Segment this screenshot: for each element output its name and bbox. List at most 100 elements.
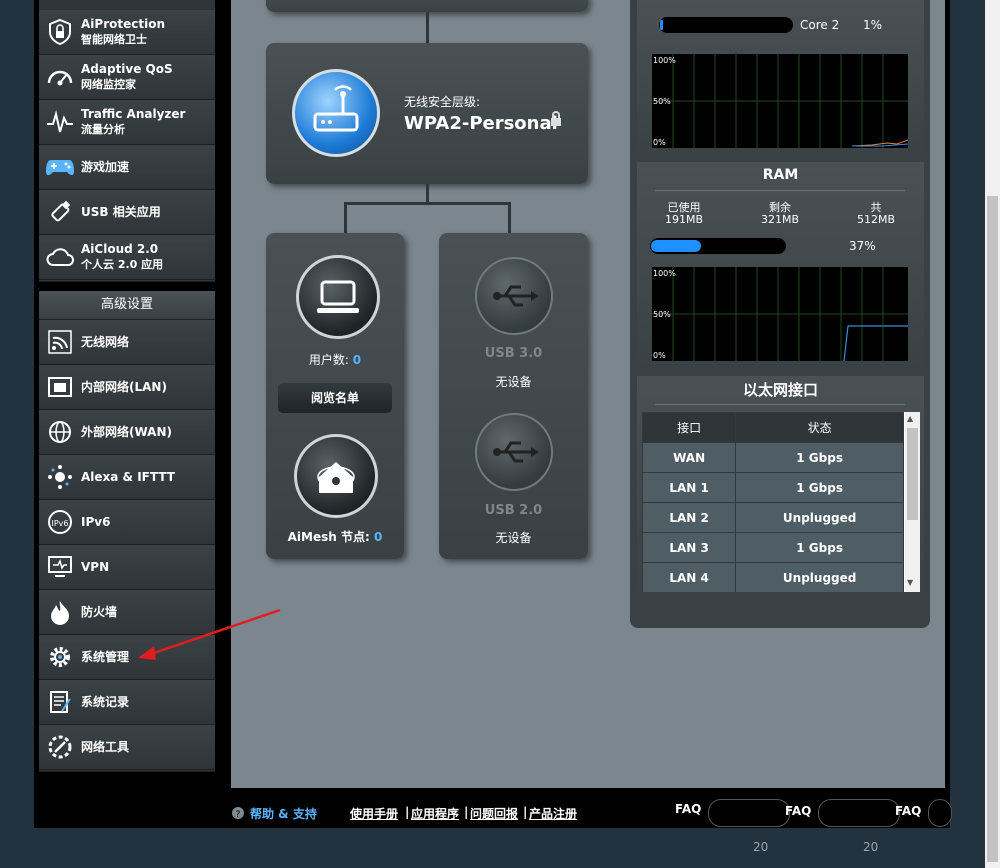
faq-search-input[interactable] <box>818 799 900 827</box>
scroll-up-icon[interactable]: ▲ <box>907 414 913 423</box>
vpn-icon <box>45 552 75 582</box>
sidebar-item-label: 系统管理 <box>81 649 130 664</box>
faq-search-input[interactable] <box>708 799 790 827</box>
router-icon <box>292 69 380 157</box>
faq-label: FAQ <box>675 802 702 816</box>
ram-usage-fill <box>651 240 701 252</box>
usb-3-title: USB 3.0 <box>484 346 543 361</box>
globe-icon <box>45 417 75 447</box>
port-name: LAN 4 <box>642 562 737 592</box>
svg-text:?: ? <box>236 810 241 820</box>
port-status: Unplugged <box>735 562 904 592</box>
sidebar-item-game-boost[interactable]: 游戏加速 <box>39 145 215 190</box>
aimesh-icon[interactable] <box>294 434 378 518</box>
cpu-axis-100: 100% <box>653 56 676 65</box>
cpu-core2-label: Core 2 <box>800 18 840 32</box>
sidebar-item-lan[interactable]: 内部网络(LAN) <box>39 365 215 410</box>
cpu-usage-graph: 100% 50% 0% <box>652 54 909 148</box>
sidebar-item-traffic-analyzer[interactable]: Traffic Analyzer 流量分析 <box>39 100 215 145</box>
lan-icon <box>45 372 75 402</box>
router-status-card[interactable]: 无线安全层级: WPA2-Personal <box>266 43 588 184</box>
clients-icon[interactable] <box>296 255 380 339</box>
sidebar-item-wireless[interactable]: 无线网络 <box>39 320 215 365</box>
sidebar-item-alexa[interactable]: Alexa & IFTTT <box>39 455 215 500</box>
clients-label: 用户数: <box>308 353 349 367</box>
scroll-down-icon[interactable]: ▼ <box>907 578 913 587</box>
sidebar-item-label: AiProtection <box>81 17 165 31</box>
sidebar-item-label: 系统记录 <box>81 694 130 709</box>
gear-icon <box>45 642 75 672</box>
sidebar-item-usb-apps[interactable]: USB 相关应用 <box>39 190 215 235</box>
ethernet-table-scroll-thumb[interactable] <box>907 428 918 520</box>
sidebar-item-vpn[interactable]: VPN <box>39 545 215 590</box>
red-annotation-arrow <box>138 608 281 660</box>
port-status: 1 Gbps <box>735 472 904 503</box>
connector-line <box>508 202 511 234</box>
aimesh-label: AiMesh 节点: <box>287 530 370 544</box>
port-name: WAN <box>642 442 737 473</box>
sidebar-item-label: USB 相关应用 <box>81 204 161 219</box>
usb-3-status: 无设备 <box>495 375 532 389</box>
footer-link-register[interactable]: 产品注册 <box>529 805 577 822</box>
sidebar-item-system-log[interactable]: 系统记录 <box>39 680 215 725</box>
ipv6-icon: IPv6 <box>45 507 75 537</box>
clients-count: 0 <box>352 353 362 367</box>
view-list-button[interactable]: 阅览名单 <box>278 383 392 413</box>
clients-card: 用户数: 0 阅览名单 AiMesh 节点: 0 <box>266 233 404 559</box>
svg-text:IPv6: IPv6 <box>51 519 68 528</box>
footer-link-apps[interactable]: 应用程序 <box>411 805 459 822</box>
ram-usage-graph: 100% 50% 0% <box>652 267 908 362</box>
ram-usage-bar <box>650 238 786 254</box>
port-name: LAN 1 <box>642 472 737 503</box>
sidebar-item-label: 游戏加速 <box>81 159 130 174</box>
ram-total-value: 512MB <box>856 213 896 226</box>
page-scrollbar-thumb[interactable] <box>987 196 998 862</box>
cpu-axis-0: 0% <box>653 138 666 147</box>
footer-link-feedback[interactable]: 问题回报 <box>470 805 518 822</box>
help-support-link[interactable]: 帮助 & 支持 <box>250 805 317 822</box>
sidebar-item-label: 内部网络(LAN) <box>81 379 167 394</box>
usb-3-icon[interactable] <box>475 257 553 335</box>
speedometer-icon <box>45 62 75 92</box>
sidebar-item-sublabel: 流量分析 <box>81 123 125 136</box>
ram-percent-text: 37% <box>849 239 876 253</box>
footer-link-manual[interactable]: 使用手册 <box>350 805 398 822</box>
usb-2-icon[interactable] <box>475 413 553 491</box>
cpu-axis-50: 50% <box>653 97 671 106</box>
port-status: 1 Gbps <box>735 442 904 473</box>
ram-axis-100: 100% <box>653 269 676 278</box>
sidebar-item-ipv6[interactable]: IPv6 IPv6 <box>39 500 215 545</box>
port-status: Unplugged <box>735 502 904 533</box>
connector-line <box>426 184 429 204</box>
sidebar-item-wan[interactable]: 外部网络(WAN) <box>39 410 215 455</box>
ethernet-table-scrollbar[interactable]: ▲ ▼ <box>905 412 920 592</box>
sidebar-item-sublabel: 智能网络卫士 <box>81 33 147 46</box>
usb-icon <box>45 197 75 227</box>
alexa-icon <box>45 462 75 492</box>
sidebar-item-aicloud[interactable]: AiCloud 2.0 个人云 2.0 应用 <box>39 235 215 280</box>
ram-panel: RAM 已使用 191MB 剩余 321MB 共 512MB 37% 100% … <box>637 162 924 370</box>
cpu-core2-fill <box>660 20 663 30</box>
cpu-core2-value: 1% <box>863 18 883 32</box>
table-row: LAN 2 Unplugged <box>642 502 904 533</box>
log-icon <box>45 687 75 717</box>
faq-label: FAQ <box>785 804 812 818</box>
sidebar-item-network-tools[interactable]: 网络工具 <box>39 725 215 770</box>
sidebar-item-label: 外部网络(WAN) <box>81 424 172 439</box>
ethernet-header-status: 状态 <box>735 412 904 443</box>
aimesh-count: 0 <box>373 530 383 544</box>
sidebar-item-sublabel: 网络监控家 <box>81 78 136 91</box>
sidebar-item-label: 无线网络 <box>81 334 130 349</box>
shield-icon <box>45 17 75 47</box>
browser-viewport: AiProtection 智能网络卫士 Adaptive QoS 网络监控家 Tra… <box>0 0 1000 868</box>
sidebar-item-aiprotection[interactable]: AiProtection 智能网络卫士 <box>39 10 215 55</box>
help-icon: ? <box>231 805 245 824</box>
sidebar-item-label: Alexa & IFTTT <box>81 469 175 484</box>
sidebar-item-qos[interactable]: Adaptive QoS 网络监控家 <box>39 55 215 100</box>
faq-search-input[interactable] <box>928 799 952 827</box>
ethernet-header-port: 接口 <box>642 412 737 443</box>
connector-line <box>426 12 429 44</box>
sidebar-item-label: VPN <box>81 559 110 574</box>
gamepad-icon <box>45 152 75 182</box>
ram-used-value: 191MB <box>664 213 704 226</box>
